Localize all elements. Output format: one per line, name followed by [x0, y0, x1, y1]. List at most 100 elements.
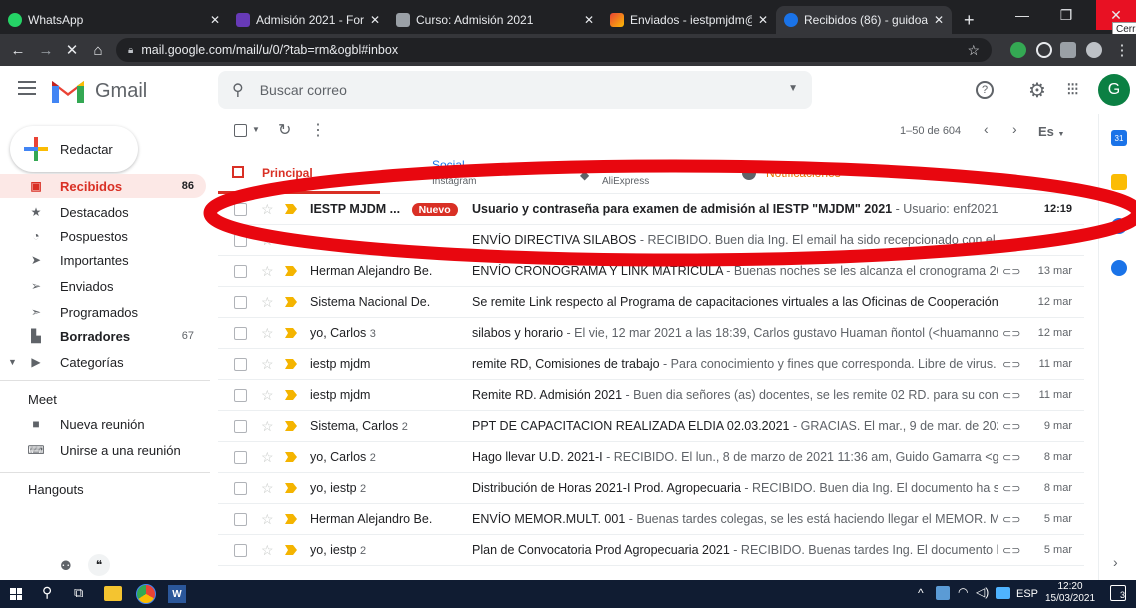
important-marker-icon[interactable]: [285, 514, 299, 524]
attachment-icon[interactable]: ⊂⊃: [1002, 482, 1020, 495]
contacts-icon[interactable]: [1111, 260, 1127, 276]
close-tab-icon[interactable]: ✕: [934, 13, 944, 27]
table-row[interactable]: ☆ yo, iestp 2 Distribución de Horas 2021-I…: [218, 473, 1084, 504]
row-checkbox[interactable]: [234, 388, 247, 402]
table-row[interactable]: ☆ ENVÍO DIRECTIVA SILABOS - RECIBIDO. Bu…: [218, 225, 1084, 256]
keep-icon[interactable]: [1111, 174, 1127, 190]
table-row[interactable]: ☆ Herman Alejandro Be. ENVÍO CRONOGRAMA Y…: [218, 256, 1084, 287]
compose-button[interactable]: Redactar: [10, 126, 138, 172]
star-icon[interactable]: ☆: [261, 294, 275, 311]
bookmark-star-icon[interactable]: ☆: [967, 42, 980, 59]
table-row[interactable]: ☆ Sistema Nacional De. Se remite Link res…: [218, 287, 1084, 318]
minimize-icon[interactable]: —: [1002, 0, 1042, 30]
wifi-icon[interactable]: ◠: [958, 585, 968, 599]
forward-icon[interactable]: →: [36, 40, 56, 60]
row-checkbox[interactable]: [234, 326, 247, 340]
clock[interactable]: 12:20 15/03/2021: [1044, 581, 1096, 605]
sidebar-item-scheduled[interactable]: ➣ Programados: [0, 300, 206, 324]
star-icon[interactable]: ☆: [261, 511, 275, 528]
tab-inbox[interactable]: Recibidos (86) - guidoalex81@ ✕: [776, 6, 952, 34]
windows-start-icon[interactable]: [10, 588, 22, 600]
important-marker-icon[interactable]: [285, 483, 299, 493]
meet-new-meeting[interactable]: ■ Nueva reunión: [0, 412, 206, 436]
important-marker-icon[interactable]: [285, 266, 299, 276]
main-menu-icon[interactable]: [18, 81, 36, 95]
refresh-icon[interactable]: ↻: [278, 120, 291, 140]
tasks-icon[interactable]: [1111, 218, 1127, 234]
table-row[interactable]: ☆ Herman Alejandro Be. ENVÍO MEMOR.MULT. …: [218, 504, 1084, 535]
important-marker-icon[interactable]: [285, 235, 299, 245]
menu-kebab-icon[interactable]: ⋮: [1112, 40, 1132, 60]
tab-updates[interactable]: Notificaciones: [720, 154, 920, 194]
sidebar-item-inbox[interactable]: ▣ Recibidos 86: [0, 174, 206, 198]
table-row[interactable]: ☆ iestp mjdm Remite RD. Admisión 2021 - B…: [218, 380, 1084, 411]
star-icon[interactable]: ☆: [261, 325, 275, 342]
extension-icon[interactable]: [1010, 42, 1026, 58]
expand-icon[interactable]: ▼: [8, 357, 17, 367]
sidebar-item-important[interactable]: ➤ Importantes: [0, 248, 206, 272]
close-tab-icon[interactable]: ✕: [370, 13, 380, 27]
star-icon[interactable]: ☆: [261, 263, 275, 280]
select-all-checkbox[interactable]: [234, 124, 247, 137]
table-row[interactable]: ☆ Sistema, Carlos 2 PPT DE CAPACITACION RE…: [218, 411, 1084, 442]
attachment-icon[interactable]: ⊂⊃: [1002, 420, 1020, 433]
apps-grid-icon[interactable]: ⁝⁝⁝: [1066, 79, 1079, 100]
attachment-icon[interactable]: ⊂⊃: [1002, 358, 1020, 371]
attachment-icon[interactable]: ⊂⊃: [1002, 327, 1020, 340]
file-explorer-icon[interactable]: [104, 586, 122, 601]
star-icon[interactable]: ☆: [261, 418, 275, 435]
row-checkbox[interactable]: [234, 512, 247, 526]
volume-icon[interactable]: ◁): [976, 585, 989, 599]
table-row[interactable]: ☆ IESTP MJDM ... Nuevo Usuario y contraseñ…: [218, 194, 1084, 225]
close-tab-icon[interactable]: ✕: [584, 13, 594, 27]
row-checkbox[interactable]: [234, 543, 247, 557]
tab-principal[interactable]: Principal: [218, 154, 380, 194]
star-icon[interactable]: ☆: [261, 232, 275, 249]
tab-sent[interactable]: Enviados - iestpmjdm@gmail.c ✕: [602, 6, 776, 34]
search-options-icon[interactable]: ▼: [788, 83, 798, 94]
attachment-icon[interactable]: ⊂⊃: [1002, 513, 1020, 526]
important-marker-icon[interactable]: [285, 421, 299, 431]
search-icon[interactable]: ⚲: [42, 584, 52, 601]
battery-icon[interactable]: [996, 587, 1010, 599]
row-checkbox[interactable]: [234, 357, 247, 371]
attachment-icon[interactable]: ⊂⊃: [1002, 544, 1020, 557]
sidebar-item-categories[interactable]: ▼ ▶ Categorías: [0, 350, 206, 374]
important-marker-icon[interactable]: [285, 328, 299, 338]
star-icon[interactable]: ☆: [261, 542, 275, 559]
back-icon[interactable]: ←: [8, 40, 28, 60]
table-row[interactable]: ☆ yo, iestp 2 Plan de Convocatoria Prod Ag…: [218, 535, 1084, 566]
search-icon[interactable]: ⚲: [232, 80, 244, 100]
attachment-icon[interactable]: ⊂⊃: [1002, 389, 1020, 402]
settings-gear-icon[interactable]: ⚙: [1028, 78, 1046, 103]
important-marker-icon[interactable]: [285, 545, 299, 555]
task-view-icon[interactable]: ⧉: [74, 585, 83, 601]
row-checkbox[interactable]: [234, 233, 247, 247]
star-icon[interactable]: ☆: [261, 480, 275, 497]
important-marker-icon[interactable]: [285, 204, 299, 214]
star-icon[interactable]: ☆: [261, 387, 275, 404]
puzzle-icon[interactable]: [1060, 42, 1076, 58]
prev-page-icon[interactable]: ‹: [984, 121, 989, 137]
avatar[interactable]: G: [1098, 74, 1130, 106]
sidebar-item-snoozed[interactable]: ◔ Pospuestos: [0, 224, 206, 248]
row-checkbox[interactable]: [234, 295, 247, 309]
new-tab-button[interactable]: +: [956, 6, 986, 34]
input-tools-button[interactable]: Es ▼: [1038, 124, 1064, 139]
more-options-icon[interactable]: ⋮: [310, 120, 326, 140]
table-row[interactable]: ☆ yo, Carlos 2 Hago llevar U.D. 2021-I - R…: [218, 442, 1084, 473]
table-row[interactable]: ☆ yo, Carlos 3 silabos y horario - El vie,…: [218, 318, 1084, 349]
tray-app-icon[interactable]: [936, 586, 950, 600]
notifications-icon[interactable]: 3: [1110, 585, 1126, 601]
search-input[interactable]: ⚲ Buscar correo ▼: [218, 71, 812, 109]
row-checkbox[interactable]: [234, 481, 247, 495]
word-icon[interactable]: W: [168, 585, 186, 603]
language-indicator[interactable]: ESP: [1016, 588, 1038, 600]
important-marker-icon[interactable]: [285, 452, 299, 462]
next-page-icon[interactable]: ›: [1012, 121, 1017, 137]
extension-icon[interactable]: [1036, 42, 1052, 58]
home-icon[interactable]: ⌂: [88, 40, 108, 60]
row-checkbox[interactable]: [234, 450, 247, 464]
attachment-icon[interactable]: ⊂⊃: [1002, 265, 1020, 278]
sidebar-item-drafts[interactable]: ▙ Borradores 67: [0, 324, 206, 348]
